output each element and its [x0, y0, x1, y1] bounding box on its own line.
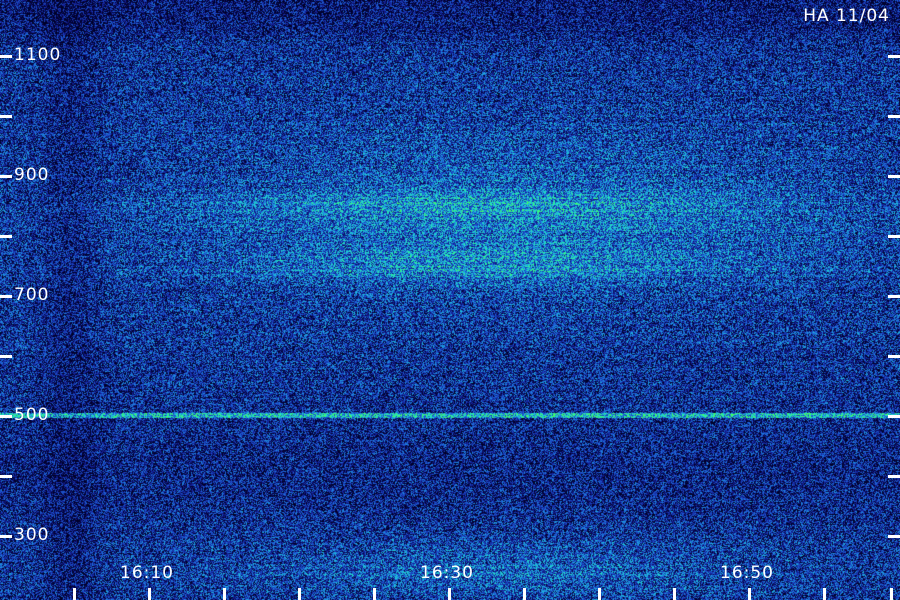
x-tick	[598, 588, 601, 600]
x-tick	[148, 588, 151, 600]
y-tick-left	[0, 415, 12, 418]
y-tick-left	[0, 175, 12, 178]
y-tick-right	[888, 175, 900, 178]
y-tick-left	[0, 355, 12, 358]
y-tick-right	[888, 55, 900, 58]
spectrogram-image	[0, 0, 900, 600]
y-tick-left	[0, 115, 12, 118]
y-label-1100: 1100	[14, 45, 62, 65]
x-tick	[448, 588, 451, 600]
y-tick-left	[0, 295, 12, 298]
x-tick	[748, 588, 751, 600]
x-tick	[223, 588, 226, 600]
y-label-700: 700	[14, 285, 50, 305]
x-tick	[298, 588, 301, 600]
y-tick-right	[888, 295, 900, 298]
x-tick	[673, 588, 676, 600]
x-label-1610: 16:10	[120, 563, 174, 583]
y-tick-right	[888, 475, 900, 478]
x-tick	[823, 588, 826, 600]
x-tick	[73, 588, 76, 600]
y-tick-left	[0, 55, 12, 58]
station-date-label: HA 11/04	[803, 6, 890, 26]
x-label-1650: 16:50	[720, 563, 774, 583]
y-tick-right	[888, 535, 900, 538]
y-tick-left	[0, 235, 12, 238]
y-label-300: 300	[14, 525, 50, 545]
x-label-1630: 16:30	[420, 563, 474, 583]
y-tick-right	[888, 355, 900, 358]
y-tick-right	[888, 235, 900, 238]
y-tick-left	[0, 535, 12, 538]
x-tick	[373, 588, 376, 600]
y-label-900: 900	[14, 165, 50, 185]
x-tick	[890, 588, 893, 600]
x-tick	[523, 588, 526, 600]
y-label-500: 500	[14, 405, 50, 425]
y-tick-right	[888, 115, 900, 118]
y-tick-left	[0, 475, 12, 478]
spectrogram-view: HA 11/04 1100 900 700 500 300 16:10 16:3…	[0, 0, 900, 600]
y-tick-right	[888, 415, 900, 418]
